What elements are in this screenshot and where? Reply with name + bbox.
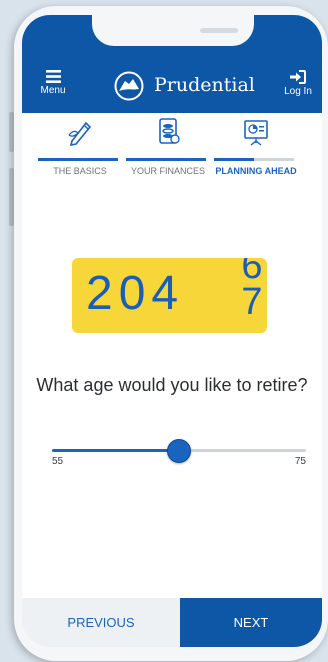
- step-label: PLANNING AHEAD: [215, 166, 297, 176]
- step-your-finances[interactable]: YOUR FINANCES: [126, 117, 210, 177]
- hamburger-icon: [45, 70, 61, 83]
- coins-icon: [159, 118, 180, 144]
- prudential-logo[interactable]: Prudential: [114, 71, 255, 101]
- login-button[interactable]: Log In: [280, 70, 316, 100]
- retirement-age-slider[interactable]: 55 75: [52, 435, 306, 475]
- login-label: Log In: [284, 86, 312, 97]
- roll-digit-bottom: 7: [241, 281, 263, 323]
- step-label: YOUR FINANCES: [130, 166, 205, 176]
- slider-thumb[interactable]: [167, 439, 191, 463]
- next-button[interactable]: NEXT: [180, 598, 322, 647]
- step-progress-bar: [38, 158, 118, 161]
- step-progress-fill: [214, 158, 254, 161]
- menu-button[interactable]: Menu: [36, 70, 70, 100]
- previous-button[interactable]: PREVIOUS: [22, 598, 180, 647]
- brand-name: Prudential: [154, 74, 255, 96]
- retirement-year-display: 204 6 7: [72, 258, 267, 333]
- slider-fill: [52, 449, 179, 452]
- step-planning-ahead[interactable]: PLANNING AHEAD: [214, 117, 298, 177]
- pencil-icon: [68, 121, 92, 147]
- question-text: What age would you like to retire?: [36, 375, 308, 395]
- slider-min-label: 55: [52, 456, 64, 467]
- step-the-basics[interactable]: THE BASICS: [38, 117, 122, 177]
- phone-notch: [92, 15, 254, 46]
- rock-logo-icon: [114, 71, 144, 101]
- step-progress-bar: [126, 158, 206, 161]
- speaker-grille: [200, 28, 238, 33]
- sign-in-icon: [290, 70, 306, 84]
- menu-label: Menu: [40, 85, 66, 96]
- slider-max-label: 75: [294, 456, 306, 467]
- app-screen: Menu Prudential Log In THE BASICS YOUR F…: [22, 15, 322, 647]
- step-progress-bar: [214, 158, 294, 161]
- nav-footer: PREVIOUS NEXT: [22, 598, 322, 647]
- step-label: THE BASICS: [53, 166, 107, 176]
- year-digits: 204: [86, 267, 185, 320]
- rolling-digit: 6 7: [237, 258, 267, 333]
- app-header: Menu Prudential Log In: [22, 15, 322, 113]
- presentation-icon: [244, 120, 268, 146]
